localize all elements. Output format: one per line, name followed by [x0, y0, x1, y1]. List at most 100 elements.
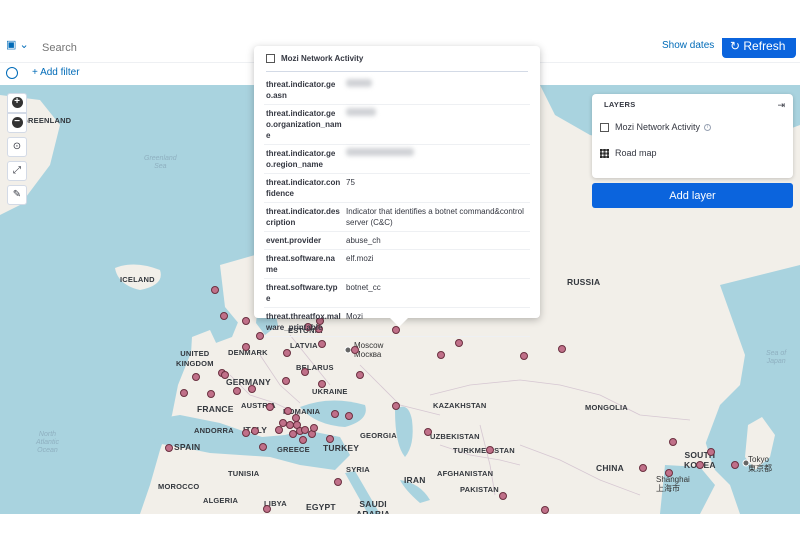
mozi-activity-point[interactable]: [242, 343, 250, 351]
mozi-activity-point[interactable]: [437, 351, 445, 359]
country-label: TURKEY: [323, 443, 360, 453]
mozi-activity-point[interactable]: [259, 443, 267, 451]
feature-tooltip: Mozi Network Activity threat.indicator.g…: [254, 46, 540, 337]
vector-layer-icon: [600, 122, 609, 132]
mozi-activity-point[interactable]: [242, 317, 250, 325]
fit-to-data-button[interactable]: ⤢: [7, 161, 27, 181]
mozi-activity-point[interactable]: [331, 410, 339, 418]
mozi-activity-point[interactable]: [499, 492, 507, 500]
country-label: ANDORRA: [194, 426, 234, 435]
layers-title: LAYERS: [604, 100, 636, 109]
set-view-button[interactable]: ⊙: [7, 137, 27, 157]
mozi-activity-point[interactable]: [283, 349, 291, 357]
mozi-activity-point[interactable]: [639, 464, 647, 472]
layer-control-panel: LAYERS ⇥ Mozi Network Activity i Road ma…: [592, 94, 793, 178]
mozi-activity-point[interactable]: [310, 424, 318, 432]
tooltip-arrow: [390, 318, 408, 327]
tooltip-field-value: 75: [344, 173, 530, 203]
redacted-value: [346, 108, 376, 116]
country-label: UNITED KINGDOM: [176, 349, 214, 368]
tooltip-field-value: abuse_ch: [344, 231, 530, 250]
mozi-activity-point[interactable]: [242, 429, 250, 437]
mozi-activity-point[interactable]: [541, 506, 549, 514]
mozi-activity-point[interactable]: [221, 371, 229, 379]
mozi-activity-point[interactable]: [326, 435, 334, 443]
tooltip-field-key: threat.indicator.geo.region_name: [264, 144, 344, 174]
tooltip-field-key: threat.indicator.geo.organization_name: [264, 104, 344, 145]
mozi-activity-point[interactable]: [424, 428, 432, 436]
refresh-label: Refresh: [743, 39, 786, 53]
country-label: EGYPT: [306, 502, 336, 512]
mozi-activity-point[interactable]: [292, 414, 300, 422]
info-icon[interactable]: i: [704, 123, 712, 131]
country-label: FRANCE: [197, 404, 234, 414]
mozi-activity-point[interactable]: [318, 340, 326, 348]
country-label: GREENLAND: [22, 116, 72, 125]
mozi-activity-point[interactable]: [731, 461, 739, 469]
mozi-activity-point[interactable]: [696, 461, 704, 469]
collapse-panel-icon[interactable]: ⇥: [777, 100, 785, 111]
tooltip-field-value: elf.mozi: [344, 249, 530, 279]
zoom-in-button[interactable]: +: [7, 93, 27, 113]
mozi-activity-point[interactable]: [334, 478, 342, 486]
tooltip-header: Mozi Network Activity: [266, 46, 528, 72]
mozi-activity-point[interactable]: [392, 402, 400, 410]
city-label: Shanghai 上海市: [656, 475, 690, 493]
country-label: TURKMENISTAN: [453, 446, 515, 455]
mozi-activity-point[interactable]: [256, 332, 264, 340]
mozi-activity-point[interactable]: [286, 421, 294, 429]
mozi-activity-point[interactable]: [520, 352, 528, 360]
saved-queries-button[interactable]: ▣ ⌄: [6, 38, 36, 58]
layer-name: Road map: [615, 148, 657, 158]
sea-label: North Atlantic Ocean: [36, 431, 59, 454]
mozi-activity-point[interactable]: [266, 403, 274, 411]
zoom-out-button[interactable]: −: [7, 113, 27, 133]
tooltip-row: threat.indicator.geo.organization_name: [264, 104, 530, 145]
mozi-activity-point[interactable]: [192, 373, 200, 381]
city-label: Tokyo 東京都: [748, 455, 772, 473]
mozi-activity-point[interactable]: [263, 505, 271, 513]
country-label: ICELAND: [120, 275, 155, 284]
mozi-activity-point[interactable]: [165, 444, 173, 452]
mozi-activity-point[interactable]: [486, 446, 494, 454]
mozi-activity-point[interactable]: [207, 390, 215, 398]
refresh-button[interactable]: ↻ Refresh: [722, 38, 796, 58]
mozi-activity-point[interactable]: [211, 286, 219, 294]
mozi-activity-point[interactable]: [299, 436, 307, 444]
mozi-activity-point[interactable]: [558, 345, 566, 353]
add-filter-button[interactable]: + Add filter: [32, 67, 80, 78]
layer-item-road-map[interactable]: Road map: [600, 145, 657, 161]
country-label: SYRIA: [346, 465, 370, 474]
mozi-activity-point[interactable]: [669, 438, 677, 446]
mozi-activity-point[interactable]: [455, 339, 463, 347]
mozi-activity-point[interactable]: [301, 368, 309, 376]
mozi-activity-point[interactable]: [248, 385, 256, 393]
layer-name: Mozi Network Activity: [615, 122, 701, 132]
mozi-activity-point[interactable]: [351, 346, 359, 354]
mozi-activity-point[interactable]: [284, 407, 292, 415]
mozi-activity-point[interactable]: [282, 377, 290, 385]
filter-icon[interactable]: [6, 67, 18, 79]
mozi-activity-point[interactable]: [251, 427, 259, 435]
country-label: GEORGIA: [360, 431, 397, 440]
layer-item-mozi[interactable]: Mozi Network Activity i: [600, 119, 712, 135]
mozi-activity-point[interactable]: [233, 387, 241, 395]
redacted-value: [346, 79, 372, 87]
mozi-activity-point[interactable]: [180, 389, 188, 397]
mozi-activity-point[interactable]: [345, 412, 353, 420]
tooltip-field-value: Indicator that identifies a botnet comma…: [344, 202, 530, 232]
mozi-activity-point[interactable]: [665, 469, 673, 477]
draw-tool-button[interactable]: ✎: [7, 185, 27, 205]
mozi-activity-point[interactable]: [356, 371, 364, 379]
country-label: PAKISTAN: [460, 485, 499, 494]
mozi-activity-point[interactable]: [220, 312, 228, 320]
country-label: ALGERIA: [203, 496, 239, 505]
tooltip-table: threat.indicator.geo.asn threat.indicator…: [264, 76, 530, 337]
mozi-activity-point[interactable]: [318, 380, 326, 388]
add-layer-button[interactable]: Add layer: [592, 183, 793, 208]
mozi-activity-point[interactable]: [275, 426, 283, 434]
tooltip-title: Mozi Network Activity: [281, 54, 364, 63]
show-dates-link[interactable]: Show dates: [662, 40, 714, 51]
country-label: MONGOLIA: [585, 403, 628, 412]
mozi-activity-point[interactable]: [707, 448, 715, 456]
